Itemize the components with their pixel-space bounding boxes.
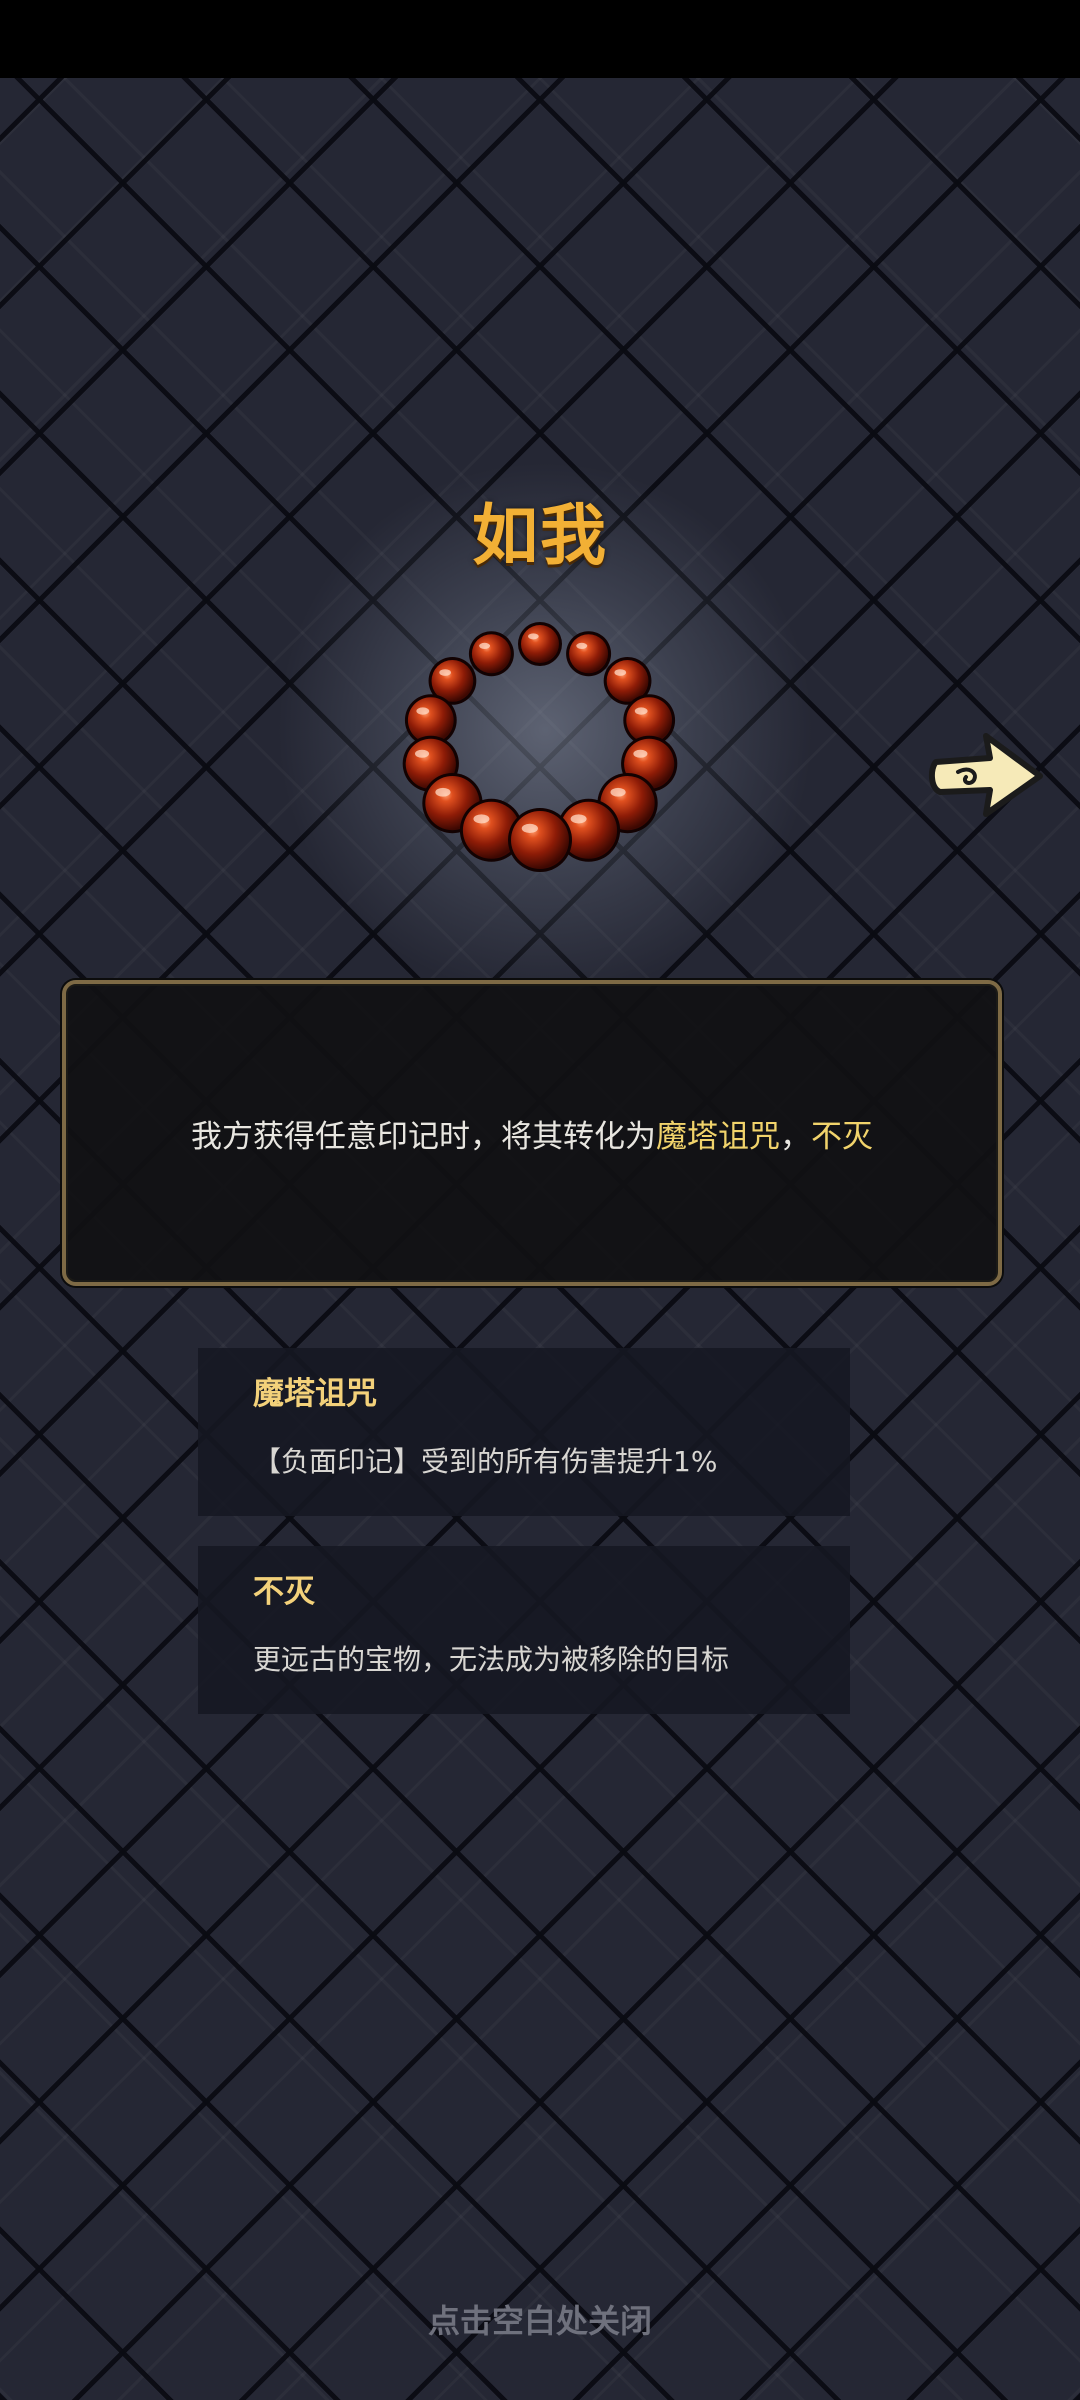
item-title: 如我 — [472, 497, 608, 574]
close-hint[interactable]: 点击空白处关闭 — [0, 2296, 1080, 2342]
keyword-panel-immortal: 不灭 更远古的宝物，无法成为被移除的目标 — [198, 1546, 850, 1714]
item-description-panel: 我方获得任意印记时，将其转化为魔塔诅咒，不灭 — [62, 980, 1002, 1286]
keyword-description: 更远古的宝物，无法成为被移除的目标 — [253, 1643, 730, 1676]
keyword-panel-curse: 魔塔诅咒 【负面印记】受到的所有伤害提升1% — [198, 1348, 850, 1516]
arrow-right-icon[interactable] — [928, 728, 1046, 820]
description-comma: ， — [780, 1118, 811, 1155]
description-text: 我方获得任意印记时，将其转化为 — [191, 1118, 656, 1155]
keyword-title: 不灭 — [253, 1574, 315, 1610]
status-bar — [0, 0, 1080, 78]
keyword-link-immortal: 不灭 — [811, 1118, 873, 1155]
keyword-description: 【负面印记】受到的所有伤害提升1% — [253, 1445, 718, 1478]
item-description: 我方获得任意印记时，将其转化为魔塔诅咒，不灭 — [191, 1111, 873, 1156]
prayer-bead-bracelet-icon — [402, 622, 678, 872]
keyword-link-curse: 魔塔诅咒 — [656, 1118, 780, 1155]
keyword-title: 魔塔诅咒 — [253, 1376, 377, 1412]
